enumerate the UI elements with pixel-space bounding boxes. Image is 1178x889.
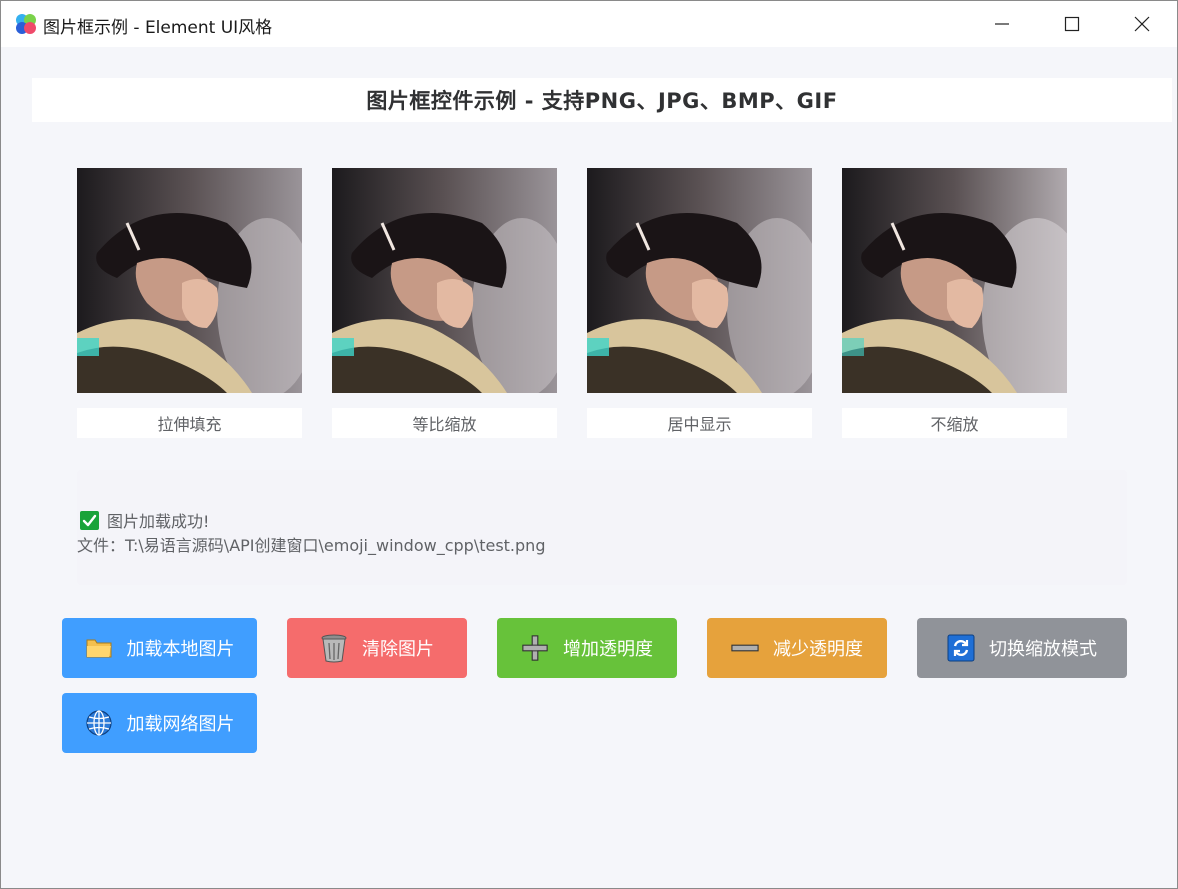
picture-box-no-scale[interactable] [842, 168, 1067, 393]
load-network-image-button[interactable]: 加载网络图片 [62, 693, 257, 753]
picture-box-stretch[interactable] [77, 168, 302, 393]
toggle-scale-mode-label: 切换缩放模式 [989, 639, 1097, 660]
toggle-scale-mode-button[interactable]: 切换缩放模式 [917, 618, 1127, 678]
minimize-icon [995, 23, 1009, 25]
maximize-icon [1064, 16, 1080, 32]
photo-image [77, 168, 302, 393]
globe-icon [85, 709, 113, 737]
photo-image [842, 168, 1067, 393]
window-titlebar: 图片框示例 - Element UI风格 [1, 1, 1177, 47]
window-title: 图片框示例 - Element UI风格 [43, 18, 273, 38]
check-icon [80, 510, 99, 530]
load-network-image-label: 加载网络图片 [126, 714, 235, 735]
photo-image [332, 168, 557, 393]
maximize-button[interactable] [1037, 1, 1107, 47]
clear-image-label: 清除图片 [362, 639, 434, 660]
load-local-image-label: 加载本地图片 [126, 639, 235, 660]
status-panel: 图片加载成功! 文件：T:\易语言源码\API创建窗口\emoji_window… [77, 470, 1127, 585]
increase-opacity-label: 增加透明度 [563, 639, 653, 660]
clear-image-button[interactable]: 清除图片 [287, 618, 467, 678]
picture-label-no-scale: 不缩放 [842, 408, 1067, 438]
decrease-opacity-button[interactable]: 减少透明度 [707, 618, 887, 678]
refresh-icon [947, 634, 975, 662]
increase-opacity-button[interactable]: 增加透明度 [497, 618, 677, 678]
minimize-button[interactable] [967, 1, 1037, 47]
plus-icon [521, 634, 549, 662]
close-icon [1134, 16, 1150, 32]
trash-icon [320, 634, 348, 663]
photo-image [587, 168, 812, 393]
status-message: 图片加载成功! [107, 512, 210, 531]
picture-box-proportional[interactable] [332, 168, 557, 393]
header-bar: 图片框控件示例 - 支持PNG、JPG、BMP、GIF [32, 78, 1172, 122]
picture-label-center: 居中显示 [587, 408, 812, 438]
close-button[interactable] [1107, 1, 1177, 47]
picture-box-center[interactable] [587, 168, 812, 393]
load-local-image-button[interactable]: 加载本地图片 [62, 618, 257, 678]
minus-icon [731, 634, 759, 662]
status-message-row: 图片加载成功! [80, 508, 209, 532]
picture-label-stretch: 拉伸填充 [77, 408, 302, 438]
picture-label-proportional: 等比缩放 [332, 408, 557, 438]
folder-icon [85, 634, 113, 662]
page-title: 图片框控件示例 - 支持PNG、JPG、BMP、GIF [366, 89, 838, 113]
status-file-path: 文件：T:\易语言源码\API创建窗口\emoji_window_cpp\tes… [77, 536, 546, 555]
app-logo-icon [16, 14, 36, 34]
decrease-opacity-label: 减少透明度 [773, 639, 863, 660]
